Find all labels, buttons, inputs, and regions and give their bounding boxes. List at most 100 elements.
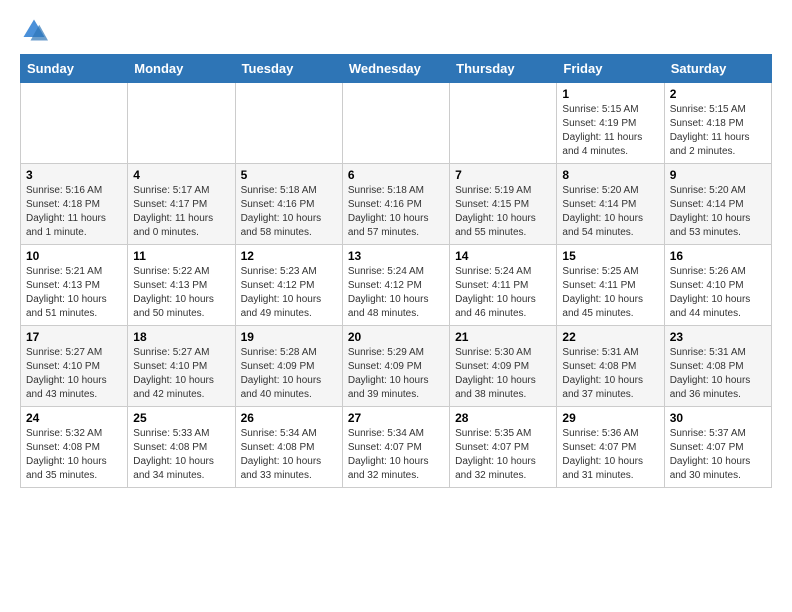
calendar-cell	[21, 83, 128, 164]
day-number: 9	[670, 168, 766, 182]
calendar-cell	[235, 83, 342, 164]
day-number: 26	[241, 411, 337, 425]
calendar-cell: 29 Sunrise: 5:36 AM Sunset: 4:07 PM Dayli…	[557, 407, 664, 488]
week-row-3: 10 Sunrise: 5:21 AM Sunset: 4:13 PM Dayli…	[21, 245, 772, 326]
calendar-cell: 12Sunrise: 5:23 AM Sunset: 4:12 PM Dayli…	[235, 245, 342, 326]
day-number: 15	[562, 249, 658, 263]
week-row-5: 24 Sunrise: 5:32 AM Sunset: 4:08 PM Dayli…	[21, 407, 772, 488]
day-number: 30	[670, 411, 766, 425]
day-number: 14	[455, 249, 551, 263]
day-number: 11	[133, 249, 229, 263]
logo	[20, 16, 52, 44]
cell-info: Sunrise: 5:26 AM Sunset: 4:10 PM Dayligh…	[670, 265, 766, 321]
calendar-cell: 7 Sunrise: 5:19 AM Sunset: 4:15 PM Daylig…	[450, 164, 557, 245]
day-number: 18	[133, 330, 229, 344]
cell-info: Sunrise: 5:31 AM Sunset: 4:08 PM Dayligh…	[670, 346, 766, 402]
day-number: 12	[241, 249, 337, 263]
cell-info: Sunrise: 5:28 AM Sunset: 4:09 PM Dayligh…	[241, 346, 337, 402]
calendar-cell: 10 Sunrise: 5:21 AM Sunset: 4:13 PM Dayli…	[21, 245, 128, 326]
weekday-header-friday: Friday	[557, 55, 664, 83]
calendar-cell: 19Sunrise: 5:28 AM Sunset: 4:09 PM Dayli…	[235, 326, 342, 407]
cell-info: Sunrise: 5:32 AM Sunset: 4:08 PM Dayligh…	[26, 427, 122, 483]
cell-info: Sunrise: 5:30 AM Sunset: 4:09 PM Dayligh…	[455, 346, 551, 402]
week-row-4: 17Sunrise: 5:27 AM Sunset: 4:10 PM Dayli…	[21, 326, 772, 407]
weekday-header-sunday: Sunday	[21, 55, 128, 83]
weekday-header-row: SundayMondayTuesdayWednesdayThursdayFrid…	[21, 55, 772, 83]
calendar-cell: 5 Sunrise: 5:18 AM Sunset: 4:16 PM Daylig…	[235, 164, 342, 245]
weekday-header-tuesday: Tuesday	[235, 55, 342, 83]
calendar-cell: 27 Sunrise: 5:34 AM Sunset: 4:07 PM Dayli…	[342, 407, 449, 488]
calendar-cell: 4 Sunrise: 5:17 AM Sunset: 4:17 PM Daylig…	[128, 164, 235, 245]
day-number: 1	[562, 87, 658, 101]
week-row-1: 1 Sunrise: 5:15 AM Sunset: 4:19 PM Daylig…	[21, 83, 772, 164]
calendar-cell: 16 Sunrise: 5:26 AM Sunset: 4:10 PM Dayli…	[664, 245, 771, 326]
day-number: 16	[670, 249, 766, 263]
cell-info: Sunrise: 5:16 AM Sunset: 4:18 PM Dayligh…	[26, 184, 122, 240]
calendar-cell: 20 Sunrise: 5:29 AM Sunset: 4:09 PM Dayli…	[342, 326, 449, 407]
day-number: 23	[670, 330, 766, 344]
cell-info: Sunrise: 5:21 AM Sunset: 4:13 PM Dayligh…	[26, 265, 122, 321]
cell-info: Sunrise: 5:20 AM Sunset: 4:14 PM Dayligh…	[562, 184, 658, 240]
day-number: 5	[241, 168, 337, 182]
calendar-cell: 22Sunrise: 5:31 AM Sunset: 4:08 PM Dayli…	[557, 326, 664, 407]
calendar-cell: 3Sunrise: 5:16 AM Sunset: 4:18 PM Daylig…	[21, 164, 128, 245]
cell-info: Sunrise: 5:19 AM Sunset: 4:15 PM Dayligh…	[455, 184, 551, 240]
day-number: 10	[26, 249, 122, 263]
calendar-cell: 14 Sunrise: 5:24 AM Sunset: 4:11 PM Dayli…	[450, 245, 557, 326]
cell-info: Sunrise: 5:17 AM Sunset: 4:17 PM Dayligh…	[133, 184, 229, 240]
cell-info: Sunrise: 5:22 AM Sunset: 4:13 PM Dayligh…	[133, 265, 229, 321]
cell-info: Sunrise: 5:35 AM Sunset: 4:07 PM Dayligh…	[455, 427, 551, 483]
calendar-cell: 17Sunrise: 5:27 AM Sunset: 4:10 PM Dayli…	[21, 326, 128, 407]
day-number: 24	[26, 411, 122, 425]
calendar-cell: 25 Sunrise: 5:33 AM Sunset: 4:08 PM Dayli…	[128, 407, 235, 488]
cell-info: Sunrise: 5:36 AM Sunset: 4:07 PM Dayligh…	[562, 427, 658, 483]
day-number: 29	[562, 411, 658, 425]
day-number: 4	[133, 168, 229, 182]
cell-info: Sunrise: 5:27 AM Sunset: 4:10 PM Dayligh…	[133, 346, 229, 402]
cell-info: Sunrise: 5:15 AM Sunset: 4:18 PM Dayligh…	[670, 103, 766, 159]
calendar-cell: 30Sunrise: 5:37 AM Sunset: 4:07 PM Dayli…	[664, 407, 771, 488]
day-number: 13	[348, 249, 444, 263]
cell-info: Sunrise: 5:18 AM Sunset: 4:16 PM Dayligh…	[241, 184, 337, 240]
calendar-cell: 2 Sunrise: 5:15 AM Sunset: 4:18 PM Daylig…	[664, 83, 771, 164]
page: SundayMondayTuesdayWednesdayThursdayFrid…	[0, 0, 792, 498]
calendar-cell: 1 Sunrise: 5:15 AM Sunset: 4:19 PM Daylig…	[557, 83, 664, 164]
day-number: 28	[455, 411, 551, 425]
header	[20, 16, 772, 44]
cell-info: Sunrise: 5:29 AM Sunset: 4:09 PM Dayligh…	[348, 346, 444, 402]
day-number: 7	[455, 168, 551, 182]
weekday-header-monday: Monday	[128, 55, 235, 83]
calendar-cell	[342, 83, 449, 164]
day-number: 27	[348, 411, 444, 425]
calendar-cell: 13 Sunrise: 5:24 AM Sunset: 4:12 PM Dayli…	[342, 245, 449, 326]
cell-info: Sunrise: 5:18 AM Sunset: 4:16 PM Dayligh…	[348, 184, 444, 240]
weekday-header-saturday: Saturday	[664, 55, 771, 83]
cell-info: Sunrise: 5:24 AM Sunset: 4:12 PM Dayligh…	[348, 265, 444, 321]
calendar-cell: 23 Sunrise: 5:31 AM Sunset: 4:08 PM Dayli…	[664, 326, 771, 407]
cell-info: Sunrise: 5:15 AM Sunset: 4:19 PM Dayligh…	[562, 103, 658, 159]
cell-info: Sunrise: 5:33 AM Sunset: 4:08 PM Dayligh…	[133, 427, 229, 483]
calendar-cell	[450, 83, 557, 164]
cell-info: Sunrise: 5:34 AM Sunset: 4:08 PM Dayligh…	[241, 427, 337, 483]
cell-info: Sunrise: 5:34 AM Sunset: 4:07 PM Dayligh…	[348, 427, 444, 483]
day-number: 8	[562, 168, 658, 182]
week-row-2: 3Sunrise: 5:16 AM Sunset: 4:18 PM Daylig…	[21, 164, 772, 245]
cell-info: Sunrise: 5:24 AM Sunset: 4:11 PM Dayligh…	[455, 265, 551, 321]
calendar-cell: 9 Sunrise: 5:20 AM Sunset: 4:14 PM Daylig…	[664, 164, 771, 245]
day-number: 25	[133, 411, 229, 425]
cell-info: Sunrise: 5:27 AM Sunset: 4:10 PM Dayligh…	[26, 346, 122, 402]
cell-info: Sunrise: 5:20 AM Sunset: 4:14 PM Dayligh…	[670, 184, 766, 240]
calendar-cell: 15 Sunrise: 5:25 AM Sunset: 4:11 PM Dayli…	[557, 245, 664, 326]
day-number: 21	[455, 330, 551, 344]
calendar-cell: 6Sunrise: 5:18 AM Sunset: 4:16 PM Daylig…	[342, 164, 449, 245]
calendar-cell: 26 Sunrise: 5:34 AM Sunset: 4:08 PM Dayli…	[235, 407, 342, 488]
day-number: 2	[670, 87, 766, 101]
calendar-cell: 18 Sunrise: 5:27 AM Sunset: 4:10 PM Dayli…	[128, 326, 235, 407]
weekday-header-wednesday: Wednesday	[342, 55, 449, 83]
cell-info: Sunrise: 5:25 AM Sunset: 4:11 PM Dayligh…	[562, 265, 658, 321]
calendar-cell	[128, 83, 235, 164]
calendar-cell: 28 Sunrise: 5:35 AM Sunset: 4:07 PM Dayli…	[450, 407, 557, 488]
weekday-header-thursday: Thursday	[450, 55, 557, 83]
day-number: 20	[348, 330, 444, 344]
day-number: 22	[562, 330, 658, 344]
